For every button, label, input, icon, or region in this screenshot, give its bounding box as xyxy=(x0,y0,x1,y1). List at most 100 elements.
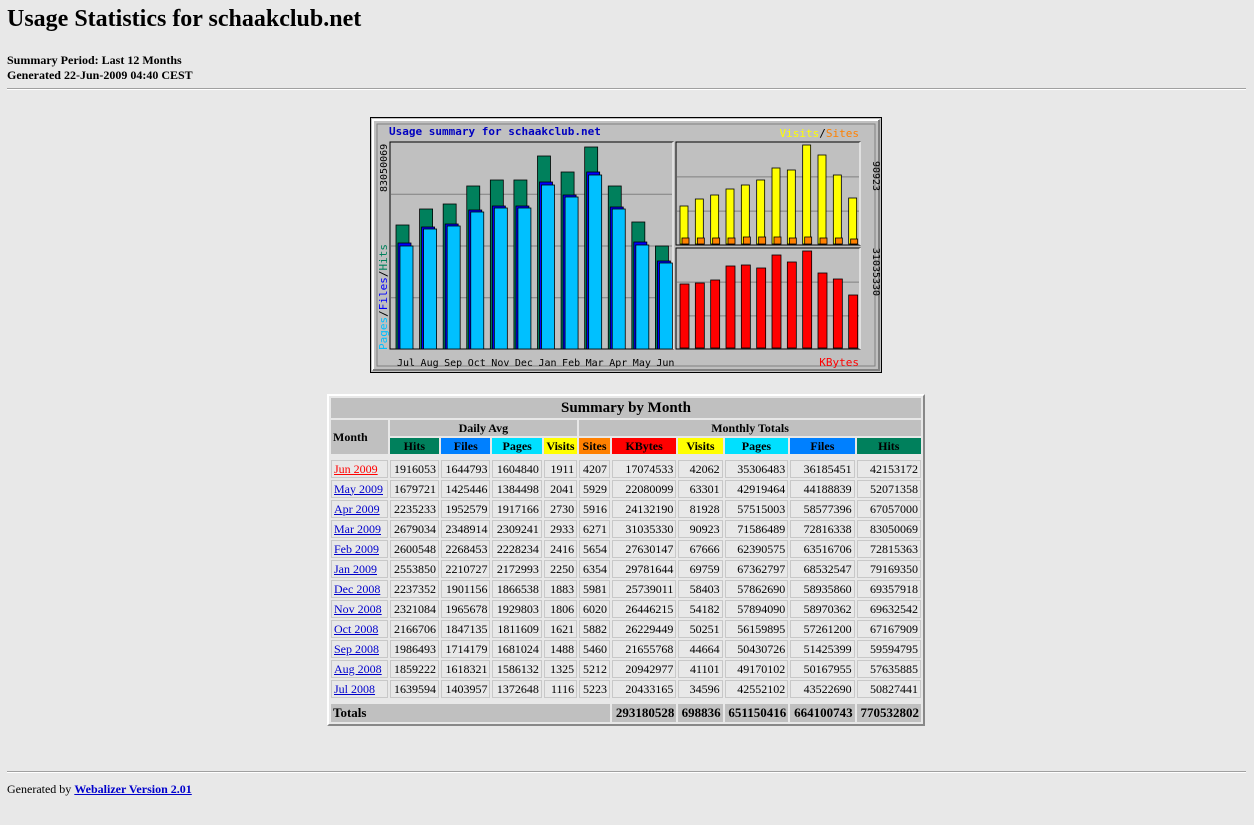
pages-bar-sep xyxy=(446,225,461,350)
table-cell: 4207 xyxy=(579,460,610,478)
month-link[interactable]: Oct 2008 xyxy=(334,622,378,636)
table-row: Aug 2008 1859222 1618321 1586132 1325 5212 209… xyxy=(331,660,921,678)
visits-bar-sep xyxy=(710,194,720,245)
pages-bar-aug xyxy=(423,228,437,350)
table-cell: 68532547 xyxy=(790,560,855,578)
table-cell: 67167909 xyxy=(856,620,921,638)
month-label-aug: Aug xyxy=(421,358,439,369)
month-link[interactable]: Dec 2008 xyxy=(334,582,380,596)
table-cell: 1403957 xyxy=(441,680,491,698)
table-cell: 2210727 xyxy=(441,560,491,578)
table-row: Dec 2008 2237352 1901156 1866538 1883 5981 257… xyxy=(331,580,921,598)
table-cell: 1986493 xyxy=(389,640,440,658)
month-link[interactable]: Mar 2009 xyxy=(334,522,381,536)
table-cell: 5212 xyxy=(579,660,610,678)
visits-sites-legend: Visits/Sites xyxy=(780,127,860,140)
month-cell: Jul 2008 xyxy=(331,680,388,698)
table-cell: 1883 xyxy=(543,580,578,598)
kbytes-bar-jun xyxy=(848,294,859,349)
table-cell: 27630147 xyxy=(611,540,677,558)
table-row: Feb 2009 2600548 2268453 2228234 2416 5654 276… xyxy=(331,540,921,558)
table-cell: 50167955 xyxy=(790,660,855,678)
month-column-header: Month xyxy=(331,420,388,454)
table-cell: 71586489 xyxy=(724,520,789,538)
sites-bar-jul xyxy=(681,237,690,245)
month-link[interactable]: Nov 2008 xyxy=(334,602,382,616)
monthly-files-header: Files xyxy=(790,438,855,454)
table-cell: 54182 xyxy=(678,600,723,618)
table-cell: 57261200 xyxy=(790,620,855,638)
month-link[interactable]: Apr 2009 xyxy=(334,502,380,516)
sites-bar-may xyxy=(834,237,843,245)
table-cell: 2237352 xyxy=(389,580,440,598)
month-link[interactable]: Sep 2008 xyxy=(334,642,379,656)
table-cell: 52071358 xyxy=(856,480,921,498)
kbytes-bar-jan xyxy=(771,254,782,349)
table-cell: 50827441 xyxy=(856,680,921,698)
bottom-divider xyxy=(7,771,1246,773)
sites-bar-dec xyxy=(758,236,767,245)
table-row: Jun 2009 1916053 1644793 1604840 1911 4207 170… xyxy=(331,460,921,478)
month-label-sep: Sep xyxy=(444,358,462,369)
table-cell: 1714179 xyxy=(441,640,491,658)
visits-bar-jun xyxy=(848,197,858,245)
pages-bar-may xyxy=(635,244,650,350)
table-cell: 42552102 xyxy=(724,680,789,698)
month-label-jun: Jun xyxy=(656,358,674,369)
kbytes-bar-oct xyxy=(725,265,736,349)
month-label-may: May xyxy=(633,358,651,369)
month-link[interactable]: Jul 2008 xyxy=(334,682,375,696)
month-cell: Mar 2009 xyxy=(331,520,388,538)
table-cell: 44188839 xyxy=(790,480,855,498)
month-cell: Apr 2009 xyxy=(331,500,388,518)
table-cell: 72816338 xyxy=(790,520,855,538)
month-link[interactable]: Jan 2009 xyxy=(334,562,377,576)
table-cell: 5929 xyxy=(579,480,610,498)
table-cell: 81928 xyxy=(678,500,723,518)
table-cell: 6271 xyxy=(579,520,610,538)
pages-bar-jul xyxy=(399,245,414,350)
totals-cell: 698836 xyxy=(678,704,723,722)
sites-bar-oct xyxy=(727,237,736,245)
table-cell: 25739011 xyxy=(611,580,677,598)
table-cell: 6020 xyxy=(579,600,610,618)
webalizer-link[interactable]: Webalizer Version 2.01 xyxy=(74,782,191,796)
month-link[interactable]: Jun 2009 xyxy=(334,462,378,476)
table-cell: 42062 xyxy=(678,460,723,478)
kbytes-bar-jul xyxy=(679,283,690,349)
month-link[interactable]: Feb 2009 xyxy=(334,542,379,556)
table-cell: 1621 xyxy=(543,620,578,638)
table-row: Jul 2008 1639594 1403957 1372648 1116 5223 204… xyxy=(331,680,921,698)
month-label-dec: Dec xyxy=(515,358,533,369)
table-cell: 1384498 xyxy=(492,480,542,498)
month-cell: Aug 2008 xyxy=(331,660,388,678)
table-cell: 22080099 xyxy=(611,480,677,498)
sites-bar-mar xyxy=(804,236,813,245)
month-link[interactable]: May 2009 xyxy=(334,482,383,496)
table-cell: 42919464 xyxy=(724,480,789,498)
table-cell: 17074533 xyxy=(611,460,677,478)
table-cell: 5460 xyxy=(579,640,610,658)
table-cell: 1911 xyxy=(543,460,578,478)
table-cell: 63516706 xyxy=(790,540,855,558)
table-cell: 57635885 xyxy=(856,660,921,678)
table-cell: 2679034 xyxy=(389,520,440,538)
kbytes-bar-mar xyxy=(802,250,813,349)
table-cell: 1679721 xyxy=(389,480,440,498)
sites-bar-aug xyxy=(696,237,705,245)
month-label-nov: Nov xyxy=(491,358,509,369)
sites-bar-jun xyxy=(850,238,859,245)
table-row: May 2009 1679721 1425446 1384498 2041 5929 220… xyxy=(331,480,921,498)
table-cell: 43522690 xyxy=(790,680,855,698)
table-cell: 49170102 xyxy=(724,660,789,678)
month-label-jul: Jul xyxy=(397,358,415,369)
table-cell: 67666 xyxy=(678,540,723,558)
pages-bar-jan xyxy=(541,184,555,350)
totals-cell: 664100743 xyxy=(790,704,855,722)
pages-bar-feb xyxy=(564,196,579,350)
monthly-pages-header: Pages xyxy=(724,438,789,454)
table-cell: 2041 xyxy=(543,480,578,498)
month-link[interactable]: Aug 2008 xyxy=(334,662,382,676)
table-cell: 1811609 xyxy=(492,620,542,638)
table-cell: 2166706 xyxy=(389,620,440,638)
